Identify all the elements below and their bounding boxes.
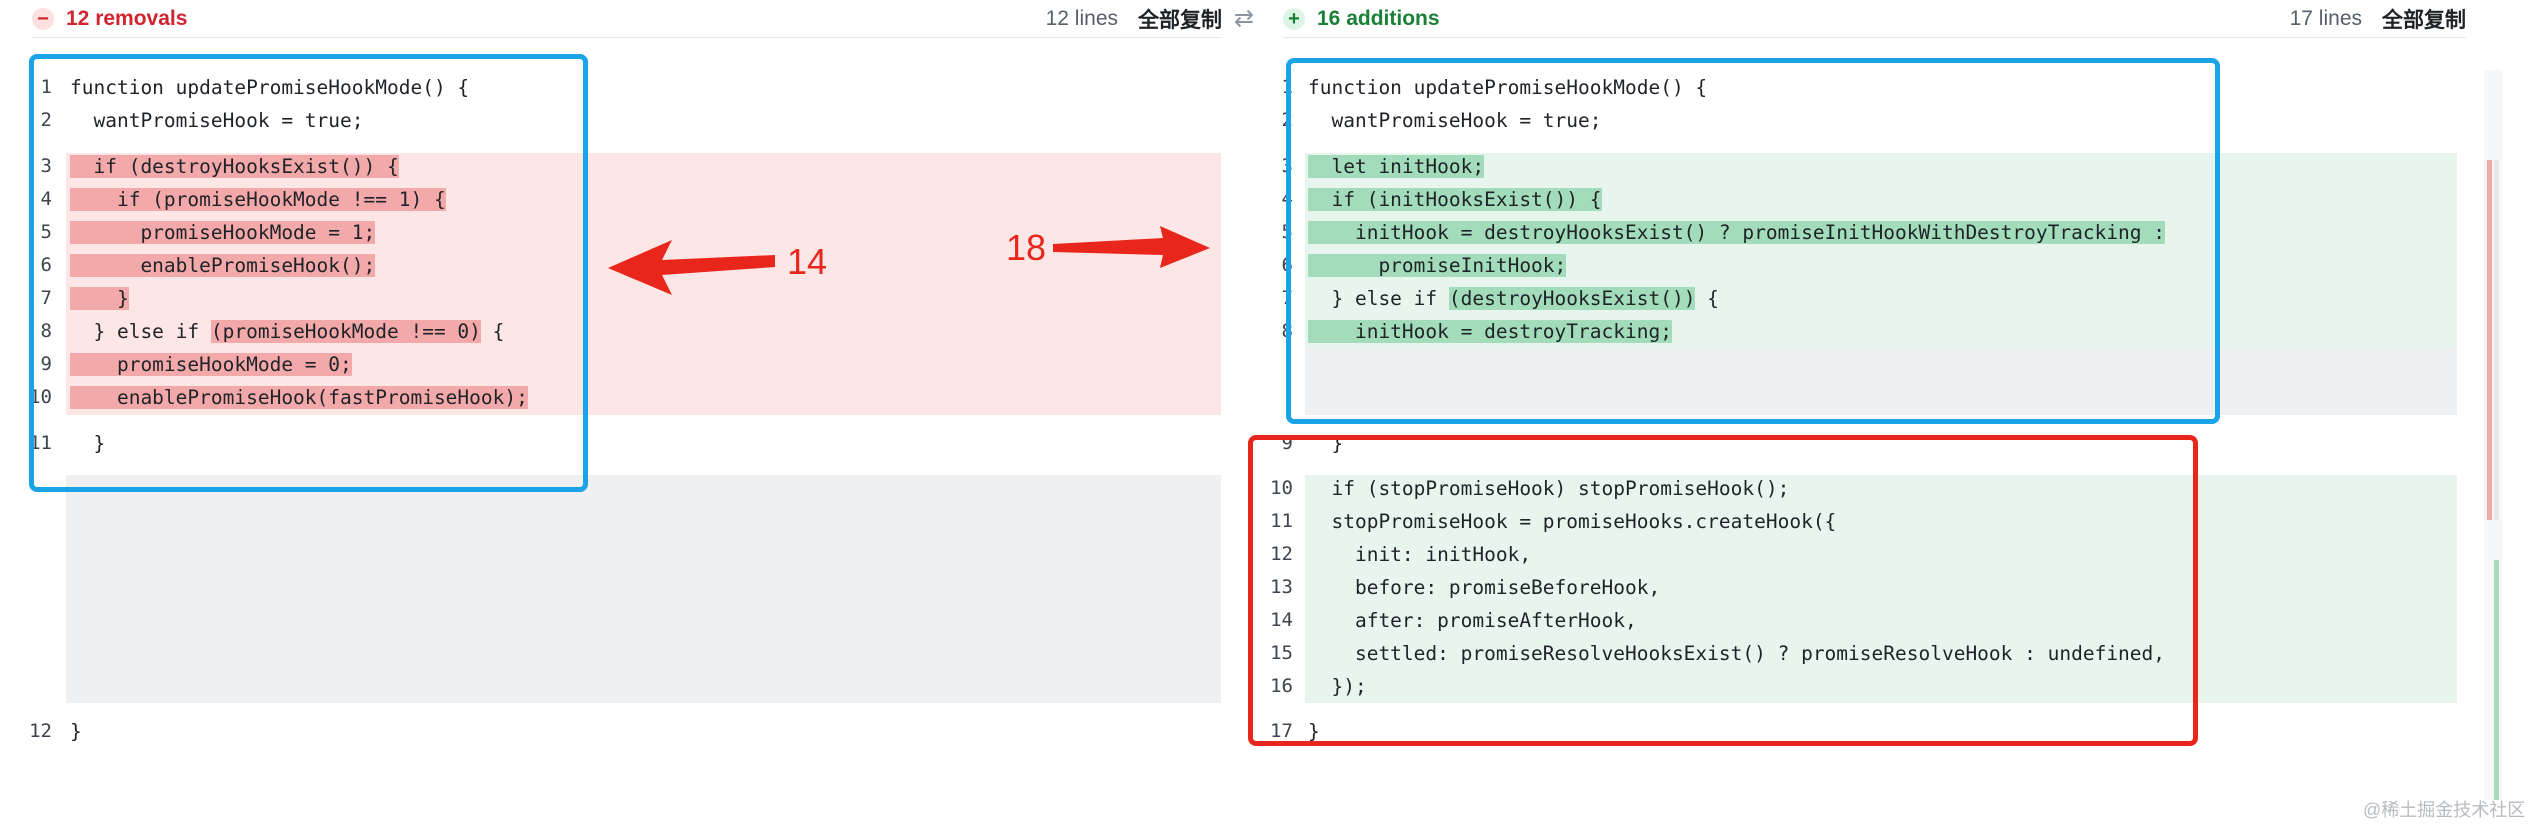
left-line-count: 12 lines [1045, 6, 1118, 30]
minimap-track [2494, 160, 2499, 520]
left-arrow-label: 14 [787, 241, 828, 282]
copy-all-right-button[interactable]: 全部复制 [2382, 4, 2466, 34]
right-line-count: 17 lines [2289, 6, 2362, 30]
minimap-removed-marker [2487, 160, 2492, 520]
left-empty-placeholder [66, 475, 1221, 703]
plus-circle-icon: + [1283, 7, 1305, 30]
minimap-added-marker [2494, 560, 2499, 800]
additions-label: 16 additions [1317, 6, 1440, 30]
additions-header: + 16 additions 17 lines 全部复制 [1283, 0, 2466, 38]
right-highlight-box [1286, 58, 2220, 424]
right-arrow-label: 18 [1006, 227, 1047, 268]
swap-arrows-icon[interactable]: ⇄ [1234, 4, 1254, 33]
removals-label: 12 removals [66, 6, 188, 30]
left-highlight-box [29, 54, 588, 492]
copy-all-left-button[interactable]: 全部复制 [1138, 4, 1222, 34]
watermark: @稀土掘金技术社区 [2363, 800, 2526, 820]
minus-circle-icon: − [32, 7, 54, 30]
line-number: 12 [29, 720, 52, 742]
new-code-box [1248, 435, 2198, 746]
removals-header: − 12 removals 12 lines 全部复制 [32, 0, 1222, 38]
line-text: } [70, 720, 82, 743]
right-arrow-icon [1053, 226, 1210, 268]
